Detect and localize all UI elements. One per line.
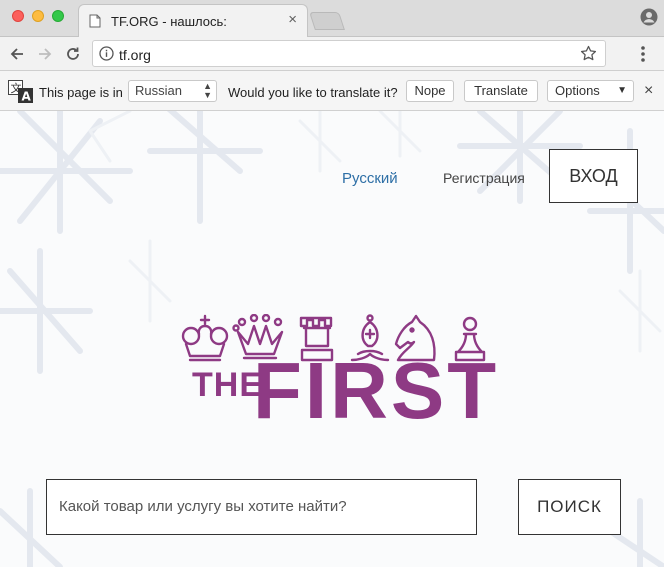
tab-title: TF.ORG - нашлось: xyxy=(111,14,227,29)
nope-button[interactable]: Nope xyxy=(406,80,454,102)
new-tab-button[interactable] xyxy=(309,12,345,30)
translate-button[interactable]: Translate xyxy=(464,80,538,102)
options-label: Options xyxy=(555,83,600,98)
translate-bar: 文 A This page is in Russian ▲ ▼ Would you… xyxy=(0,71,664,111)
minimize-window-button[interactable] xyxy=(32,10,44,22)
source-language-value: Russian xyxy=(135,83,182,98)
register-link[interactable]: Регистрация xyxy=(443,170,525,186)
svg-text:A: A xyxy=(22,90,32,104)
options-dropdown[interactable]: Options ▼ xyxy=(547,80,634,102)
login-button[interactable]: ВХОД xyxy=(549,149,638,203)
translate-icon: 文 A xyxy=(8,80,34,107)
translate-question: Would you like to translate it? xyxy=(228,85,398,100)
search-button[interactable]: ПОИСК xyxy=(518,479,621,535)
chevron-down-icon: ▼ xyxy=(617,85,627,96)
language-link[interactable]: Русский xyxy=(342,170,398,187)
page-content: Русский Регистрация ВХОД THE FIRST Какой… xyxy=(0,111,664,567)
tab-close-icon[interactable]: × xyxy=(288,12,297,28)
browser-toolbar: tf.org xyxy=(0,37,664,71)
back-arrow-icon[interactable] xyxy=(6,43,28,65)
translate-page-language-label: This page is in xyxy=(39,85,123,100)
address-bar[interactable]: tf.org xyxy=(92,40,606,67)
page-icon xyxy=(89,14,101,33)
bookmark-star-icon[interactable] xyxy=(580,45,597,67)
info-icon[interactable] xyxy=(99,46,114,66)
browser-tab[interactable]: TF.ORG - нашлось: × xyxy=(78,4,308,38)
search-input[interactable]: Какой товар или услугу вы хотите найти? xyxy=(46,479,477,535)
close-window-button[interactable] xyxy=(12,10,24,22)
browser-menu-icon[interactable] xyxy=(640,45,646,68)
logo-text-first: FIRST xyxy=(253,346,500,435)
close-translate-bar-icon[interactable]: × xyxy=(644,82,653,100)
tab-bar: TF.ORG - нашлось: × xyxy=(0,0,664,38)
select-arrows-icon: ▲ ▼ xyxy=(203,81,212,100)
forward-arrow-icon[interactable] xyxy=(34,43,56,65)
reload-icon[interactable] xyxy=(62,43,84,65)
url-text: tf.org xyxy=(119,47,151,63)
source-language-select[interactable]: Russian ▲ ▼ xyxy=(128,80,217,102)
profile-icon[interactable] xyxy=(640,8,658,31)
zoom-window-button[interactable] xyxy=(52,10,64,22)
